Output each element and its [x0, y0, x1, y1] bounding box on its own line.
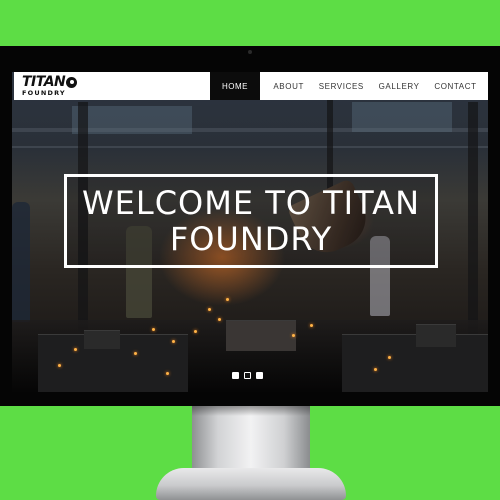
logo-mark: TITAN FOUNDRY [22, 74, 78, 98]
spark [388, 356, 391, 359]
spark [208, 308, 211, 311]
spark [374, 368, 377, 371]
monitor-stand-shadow [192, 406, 310, 416]
site-logo[interactable]: TITAN FOUNDRY [14, 72, 210, 100]
webcam-dot [248, 50, 252, 54]
slider-dot[interactable] [232, 372, 239, 379]
spark [310, 324, 313, 327]
gear-icon [66, 76, 78, 88]
nav-item-services[interactable]: SERVICES [319, 82, 364, 91]
monitor: TITAN FOUNDRY HOME ABOUT SERVICES GALLER… [0, 46, 500, 406]
nav-item-home[interactable]: HOME [210, 72, 260, 100]
nav-item-about[interactable]: ABOUT [273, 82, 304, 91]
mold-tag [416, 324, 456, 347]
nav-item-gallery[interactable]: GALLERY [379, 82, 420, 91]
spark [194, 330, 197, 333]
site-navbar: TITAN FOUNDRY HOME ABOUT SERVICES GALLER… [14, 72, 488, 100]
spark [292, 334, 295, 337]
mold-box [342, 334, 488, 392]
logo-subtitle: FOUNDRY [22, 89, 66, 98]
nav-menu: ABOUT SERVICES GALLERY CONTACT [260, 72, 488, 100]
spark [152, 328, 155, 331]
mold-tag [84, 330, 120, 349]
slider-dots [232, 372, 263, 379]
slider-dot[interactable] [244, 372, 251, 379]
worker-figure [12, 202, 30, 322]
hero-heading-line-1: WELCOME TO TITAN [82, 184, 420, 222]
spark [166, 372, 169, 375]
mold-box [226, 320, 296, 351]
hero-heading-box: WELCOME TO TITAN FOUNDRY [64, 174, 438, 268]
hero-heading-line-2: FOUNDRY [169, 220, 333, 258]
spark [134, 352, 137, 355]
slider-dot[interactable] [256, 372, 263, 379]
monitor-stand-base [156, 468, 346, 500]
website-screen: TITAN FOUNDRY HOME ABOUT SERVICES GALLER… [12, 72, 488, 392]
spark [58, 364, 61, 367]
spark [74, 348, 77, 351]
spark [218, 318, 221, 321]
spark [226, 298, 229, 301]
background-pillar [468, 102, 478, 342]
spark [172, 340, 175, 343]
logo-text: TITAN [22, 74, 66, 91]
nav-item-contact[interactable]: CONTACT [434, 82, 476, 91]
